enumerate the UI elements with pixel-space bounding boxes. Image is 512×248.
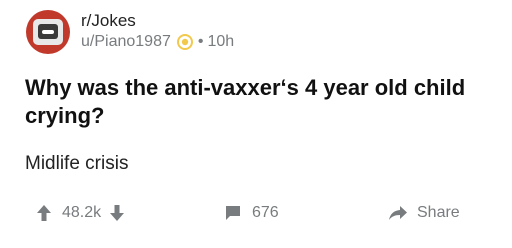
post-body: Midlife crisis (25, 153, 129, 174)
post-title[interactable]: Why was the anti-vaxxer‘s 4 year old chi… (25, 74, 495, 130)
post-meta: r/Jokes u/Piano1987 • 10h (81, 11, 234, 53)
post-time: 10h (207, 33, 235, 50)
comments-button[interactable]: 676 (224, 204, 279, 222)
share-icon (388, 204, 408, 222)
award-icon[interactable] (176, 34, 193, 50)
post-actions-bar: 48.2k 676 Share (0, 200, 512, 228)
subreddit-link[interactable]: r/Jokes (81, 11, 234, 31)
user-line: u/Piano1987 • 10h (81, 31, 234, 53)
vote-controls: 48.2k (36, 204, 125, 222)
post-card: r/Jokes u/Piano1987 • 10h Why was the an… (0, 0, 512, 248)
vote-score: 48.2k (62, 204, 102, 221)
meta-separator: • (197, 33, 204, 50)
avatar-graphic (33, 19, 63, 45)
subreddit-avatar[interactable] (26, 10, 70, 54)
share-label: Share (417, 204, 460, 221)
comment-icon (224, 204, 242, 222)
upvote-icon[interactable] (36, 204, 52, 222)
downvote-icon[interactable] (109, 204, 125, 222)
post-header: r/Jokes u/Piano1987 • 10h (26, 10, 234, 54)
username-link[interactable]: u/Piano1987 (81, 31, 171, 53)
comments-count: 676 (252, 204, 279, 221)
share-button[interactable]: Share (388, 204, 460, 222)
